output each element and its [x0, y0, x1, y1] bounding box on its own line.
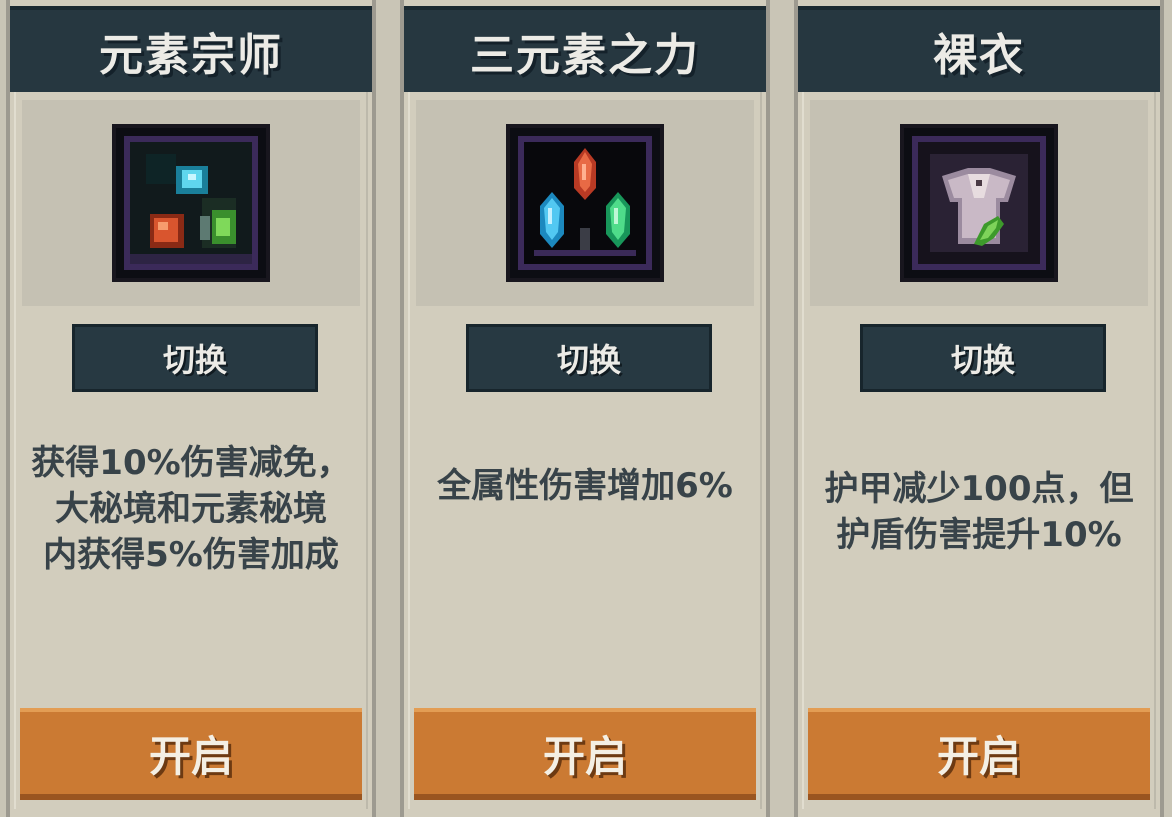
card-header: 三元素之力 — [404, 6, 766, 92]
card-header: 裸衣 — [798, 6, 1160, 92]
card-description: 获得10%伤害减免， 大秘境和元素秘境 内获得5%伤害加成 — [22, 440, 360, 700]
card-header: 元素宗师 — [10, 6, 372, 92]
switch-button[interactable]: 切换 — [466, 324, 712, 392]
talent-card-element-master: 元素宗师 切换 获得10%伤害减免， 大秘境和元素秘境 内获得5%伤害加成 开启 — [6, 0, 376, 817]
enable-button[interactable]: 开启 — [414, 708, 756, 800]
icon-panel — [22, 100, 360, 306]
description-line: 全属性伤害增加6% — [437, 466, 733, 506]
enable-button-label: 开启 — [542, 731, 627, 781]
switch-button-label: 切换 — [950, 341, 1015, 379]
icon-panel — [416, 100, 754, 306]
enable-button-label: 开启 — [148, 731, 233, 781]
card-title: 元素宗师 — [99, 30, 283, 81]
enable-button[interactable]: 开启 — [20, 708, 362, 800]
switch-button-label: 切换 — [162, 341, 227, 379]
card-description: 护甲减少100点，但 护盾伤害提升10% — [810, 466, 1148, 726]
element-master-icon — [116, 128, 266, 278]
switch-button[interactable]: 切换 — [860, 324, 1106, 392]
card-title: 三元素之力 — [470, 30, 700, 81]
description-line: 大秘境和元素秘境 — [55, 489, 327, 529]
card-title: 裸衣 — [933, 30, 1025, 81]
description-line: 内获得5%伤害加成 — [43, 535, 339, 575]
enable-button-label: 开启 — [936, 731, 1021, 781]
talent-card-three-elements: 三元素之力 切换 全属性伤害增加6% 开启 — [400, 0, 770, 817]
description-line: 获得10%伤害减免， — [31, 443, 351, 483]
bare-robe-icon — [904, 128, 1054, 278]
switch-button-label: 切换 — [556, 341, 621, 379]
description-line: 护甲减少100点，但 — [824, 469, 1134, 509]
description-line: 护盾伤害提升10% — [836, 515, 1122, 555]
talent-card-bare-robe: 裸衣 切换 护甲减少100点，但 护盾伤害提升10% 开启 — [794, 0, 1164, 817]
icon-panel — [810, 100, 1148, 306]
switch-button[interactable]: 切换 — [72, 324, 318, 392]
three-element-crystals-icon — [510, 128, 660, 278]
card-description: 全属性伤害增加6% — [416, 463, 754, 723]
enable-button[interactable]: 开启 — [808, 708, 1150, 800]
